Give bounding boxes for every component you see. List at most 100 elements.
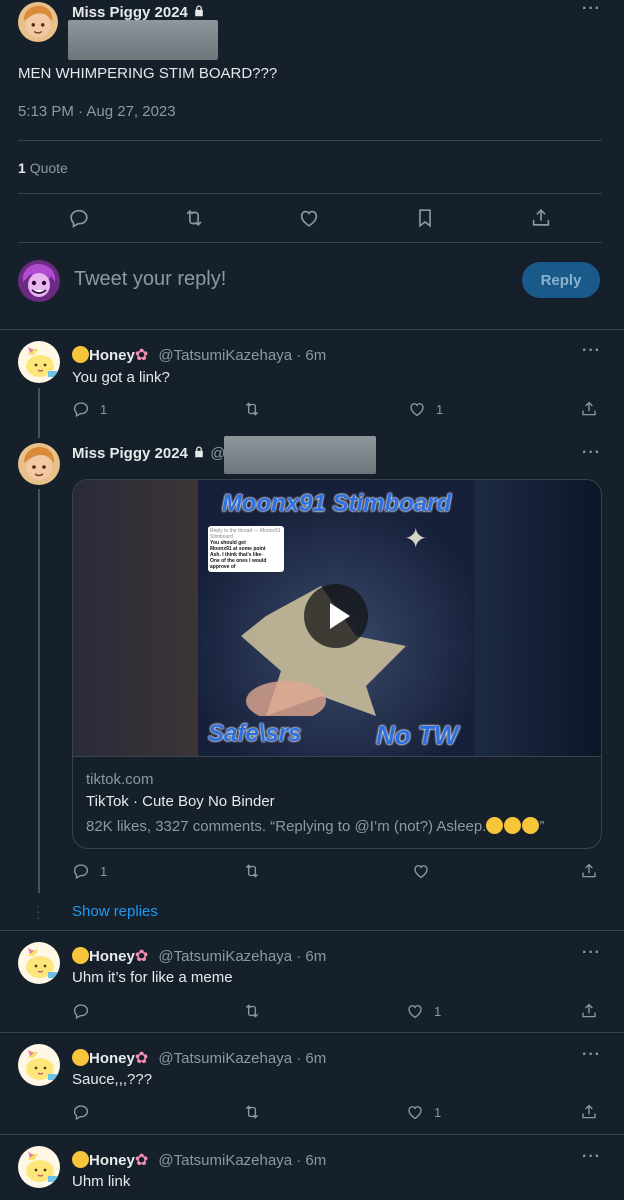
like-action[interactable] [412, 862, 430, 880]
divider [73, 756, 601, 757]
share-action[interactable] [580, 1103, 598, 1121]
share-action[interactable] [580, 862, 598, 880]
reply-action[interactable] [72, 1002, 90, 1020]
cherry-blossom-icon: ✿ [134, 1050, 149, 1067]
like-action[interactable] [298, 207, 320, 229]
more-options-icon[interactable]: ··· [582, 444, 601, 462]
more-options-icon[interactable]: ··· [582, 0, 601, 18]
reply-avatar[interactable] [18, 1044, 60, 1086]
reply-author[interactable]: Honey [89, 948, 135, 965]
reply-button[interactable]: Reply [522, 262, 600, 298]
reply-time[interactable]: · 6m [296, 347, 326, 364]
reply-handle[interactable]: @TatsumiKazehaya [158, 948, 292, 965]
heart-icon [406, 1103, 424, 1121]
heart-icon [408, 400, 426, 418]
show-replies-link[interactable]: Show replies [72, 903, 158, 920]
divider [18, 140, 602, 141]
like-action[interactable]: 1 [408, 400, 443, 418]
divider [18, 193, 602, 194]
reply-action[interactable] [72, 1103, 90, 1121]
reply-author[interactable]: Honey [89, 347, 135, 364]
more-options-icon[interactable]: ··· [582, 342, 601, 360]
more-options-icon[interactable]: ··· [582, 1046, 601, 1064]
more-options-icon[interactable]: ··· [582, 1148, 601, 1166]
retweet-action[interactable] [243, 1103, 261, 1121]
hand-over-mouth-icon [522, 817, 540, 834]
retweet-icon [243, 1103, 261, 1121]
thread-dots: · · · [36, 897, 41, 925]
thread-line [38, 489, 40, 893]
share-action[interactable] [580, 400, 598, 418]
reply-avatar[interactable] [18, 443, 60, 485]
play-button[interactable] [304, 584, 368, 648]
reply-time[interactable]: · 6m [296, 948, 326, 965]
quote-count[interactable]: 1 Quote [18, 160, 68, 176]
reply-icon [72, 400, 90, 418]
author-avatar[interactable] [18, 2, 58, 42]
reply-action[interactable]: 1 [72, 862, 107, 880]
video-thumbnail[interactable]: Moonx91 Stimboard Reply to the thread — … [73, 480, 601, 756]
reply-handle[interactable]: @TatsumiKazehaya [158, 1050, 292, 1067]
share-action[interactable] [530, 207, 552, 229]
reply-avatar[interactable] [18, 942, 60, 984]
reply-header: Honey✿ @TatsumiKazehaya · 6m [72, 1048, 326, 1068]
cherry-blossom-icon: ✿ [134, 1152, 149, 1169]
author-name[interactable]: Miss Piggy 2024 [72, 4, 206, 21]
card-title: TikTok · Cute Boy No Binder [86, 793, 275, 810]
bookmark-icon [414, 207, 436, 229]
blurred-left [73, 480, 198, 756]
reply-avatar[interactable] [18, 341, 60, 383]
card-domain: tiktok.com [86, 771, 154, 788]
share-icon [580, 862, 598, 880]
caption-line: approve of [210, 564, 236, 570]
retweet-action[interactable] [243, 1002, 261, 1020]
cherry-blossom-icon: ✿ [134, 347, 149, 364]
retweet-action[interactable] [243, 862, 261, 880]
reply-author[interactable]: Honey [89, 1050, 135, 1067]
reply-avatar[interactable] [18, 1146, 60, 1188]
pleading-face-icon [72, 346, 89, 363]
retweet-action[interactable] [183, 207, 205, 229]
share-icon [580, 1002, 598, 1020]
sparkle-star-icon: ✦ [404, 523, 428, 554]
hand-over-mouth-icon [504, 817, 522, 834]
play-icon [330, 603, 350, 629]
reply-handle[interactable]: @TatsumiKazehaya [158, 1152, 292, 1169]
reply-handle[interactable]: @TatsumiKazehaya [158, 347, 292, 364]
retweet-icon [243, 862, 261, 880]
like-action[interactable]: 1 [406, 1103, 441, 1121]
reply-author[interactable]: Honey [89, 1152, 135, 1169]
lock-icon [192, 445, 206, 459]
retweet-icon [243, 400, 261, 418]
share-action[interactable] [580, 1002, 598, 1020]
reply-header: Honey✿ @TatsumiKazehaya · 6m [72, 946, 326, 966]
my-avatar[interactable] [18, 260, 60, 302]
heart-icon [298, 207, 320, 229]
reply-header[interactable]: Miss Piggy 2024 @ [72, 445, 225, 462]
divider [0, 930, 624, 931]
reply-text: Uhm it’s for like a meme [72, 969, 233, 986]
reply-time[interactable]: · 6m [296, 1050, 326, 1067]
author-name-text: Miss Piggy 2024 [72, 4, 188, 21]
reply-author: Miss Piggy 2024 [72, 445, 188, 462]
reply-time[interactable]: · 6m [296, 1152, 326, 1169]
reply-header: Honey✿ @TatsumiKazehaya · 6m [72, 1150, 326, 1170]
bookmark-action[interactable] [414, 207, 436, 229]
like-count: 1 [436, 401, 444, 417]
divider [18, 242, 602, 243]
share-icon [580, 400, 598, 418]
lock-icon [192, 4, 206, 18]
divider [0, 1134, 624, 1135]
more-options-icon[interactable]: ··· [582, 944, 601, 962]
reply-text: Uhm link [72, 1173, 131, 1190]
quote-count-label: Quote [29, 160, 68, 176]
retweet-action[interactable] [243, 400, 261, 418]
tweet-timestamp[interactable]: 5:13 PM · Aug 27, 2023 [18, 103, 176, 120]
stimboard-title: Moonx91 Stimboard [221, 490, 452, 517]
link-card[interactable]: Moonx91 Stimboard Reply to the thread — … [72, 479, 602, 849]
reply-action[interactable] [68, 207, 90, 229]
reply-action[interactable]: 1 [72, 400, 107, 418]
reply-input[interactable]: Tweet your reply! [74, 268, 226, 291]
stimboard-label-left: Safe\srs [208, 720, 302, 747]
like-action[interactable]: 1 [406, 1002, 441, 1020]
